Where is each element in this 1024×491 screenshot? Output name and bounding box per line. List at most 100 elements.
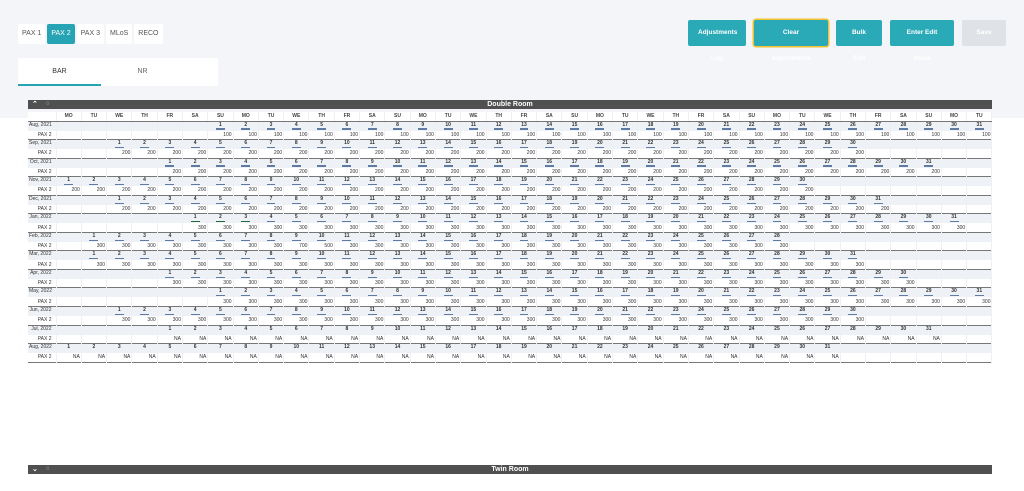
date-cell[interactable]: 10 — [334, 306, 361, 317]
date-cell[interactable]: 9 — [258, 343, 285, 354]
rate-cell[interactable]: 300 — [182, 241, 209, 251]
rate-cell[interactable]: NA — [409, 353, 436, 363]
date-cell[interactable]: 17 — [561, 325, 588, 335]
adjustments-log-button[interactable]: Adjustments Log — [688, 20, 746, 62]
rate-cell[interactable]: 300 — [409, 241, 436, 251]
rate-cell[interactable]: 300 — [81, 260, 108, 270]
date-cell[interactable]: 25 — [789, 213, 816, 224]
date-cell[interactable]: 23 — [612, 176, 639, 187]
rate-cell[interactable]: 300 — [840, 297, 867, 307]
date-cell[interactable]: 7 — [359, 287, 386, 298]
date-cell[interactable]: 22 — [612, 232, 639, 242]
date-cell[interactable]: 13 — [409, 195, 436, 205]
date-cell[interactable]: 4 — [131, 176, 158, 187]
date-cell[interactable]: 28 — [890, 121, 917, 131]
date-cell[interactable]: 24 — [663, 232, 689, 242]
date-cell[interactable]: 5 — [207, 195, 234, 205]
date-cell[interactable]: 10 — [384, 269, 411, 279]
rate-cell[interactable]: 200 — [131, 204, 158, 214]
tab-pax-1[interactable]: PAX 1 — [18, 24, 46, 44]
rate-cell[interactable]: 300 — [586, 278, 614, 288]
date-cell[interactable]: 11 — [359, 195, 386, 205]
rate-cell[interactable]: 100 — [409, 130, 436, 140]
date-cell[interactable]: 13 — [384, 250, 411, 261]
rate-cell[interactable]: 300 — [586, 223, 614, 233]
date-cell[interactable]: 27 — [713, 343, 740, 354]
date-cell[interactable]: 29 — [763, 343, 791, 354]
date-cell[interactable]: 6 — [334, 287, 361, 298]
date-cell[interactable]: 9 — [359, 325, 386, 335]
date-cell[interactable]: 13 — [486, 213, 512, 224]
date-cell[interactable]: 27 — [865, 287, 892, 298]
date-cell[interactable]: 15 — [460, 139, 487, 150]
rate-cell[interactable]: 200 — [536, 204, 563, 214]
rate-cell[interactable]: 100 — [384, 130, 411, 140]
date-cell[interactable]: 25 — [763, 158, 791, 168]
rate-cell[interactable]: 200 — [384, 204, 411, 214]
rate-cell[interactable]: 200 — [157, 186, 183, 196]
date-cell[interactable]: 23 — [713, 325, 740, 335]
date-cell[interactable]: 15 — [511, 269, 538, 279]
rate-cell[interactable]: 200 — [55, 186, 82, 196]
rate-cell[interactable]: 200 — [663, 204, 689, 214]
date-cell[interactable]: 17 — [460, 343, 487, 354]
date-cell[interactable]: 27 — [814, 269, 841, 279]
date-cell[interactable]: 25 — [688, 232, 715, 242]
rate-cell[interactable]: 200 — [713, 167, 740, 177]
date-cell[interactable]: 15 — [511, 325, 538, 335]
date-cell[interactable]: 14 — [486, 269, 512, 279]
rate-cell[interactable]: 300 — [739, 297, 765, 307]
rate-cell[interactable]: 200 — [334, 149, 361, 159]
date-cell[interactable]: 19 — [612, 325, 639, 335]
rate-cell[interactable]: 200 — [739, 167, 765, 177]
rate-cell[interactable]: 300 — [536, 223, 563, 233]
date-cell[interactable]: 28 — [840, 158, 867, 168]
rate-cell[interactable]: NA — [840, 334, 867, 344]
date-cell[interactable]: 22 — [739, 287, 765, 298]
date-cell[interactable]: 17 — [586, 213, 614, 224]
date-cell[interactable]: 8 — [283, 195, 310, 205]
rate-cell[interactable]: NA — [157, 353, 183, 363]
date-cell[interactable]: 19 — [561, 139, 588, 150]
date-cell[interactable]: 14 — [486, 158, 512, 168]
date-cell[interactable]: 18 — [637, 121, 664, 131]
date-cell[interactable]: 17 — [612, 121, 639, 131]
date-cell[interactable]: 20 — [663, 213, 689, 224]
date-cell[interactable]: 5 — [182, 250, 209, 261]
rate-cell[interactable]: NA — [561, 334, 588, 344]
tab-pax-2[interactable]: PAX 2 — [47, 24, 75, 44]
rate-cell[interactable]: 300 — [131, 316, 158, 326]
date-cell[interactable]: 24 — [789, 287, 816, 298]
date-cell[interactable]: 7 — [359, 121, 386, 131]
date-cell[interactable]: 26 — [814, 213, 841, 224]
rate-cell[interactable]: 100 — [763, 130, 791, 140]
date-cell[interactable]: 15 — [409, 176, 436, 187]
rate-cell[interactable]: 300 — [763, 278, 791, 288]
rate-cell[interactable]: 300 — [561, 297, 588, 307]
rate-cell[interactable]: 100 — [536, 130, 563, 140]
rate-cell[interactable]: 200 — [157, 149, 183, 159]
date-cell[interactable]: 30 — [814, 250, 841, 261]
date-cell[interactable]: 7 — [207, 343, 234, 354]
date-cell[interactable]: 19 — [612, 158, 639, 168]
rate-cell[interactable]: 200 — [586, 204, 614, 214]
date-cell[interactable]: 24 — [739, 325, 765, 335]
date-cell[interactable]: 8 — [258, 232, 285, 242]
rate-cell[interactable]: 300 — [511, 297, 538, 307]
date-cell[interactable]: 11 — [409, 269, 436, 279]
rate-cell[interactable]: 200 — [384, 186, 411, 196]
rate-cell[interactable]: 200 — [840, 167, 867, 177]
date-cell[interactable]: 2 — [131, 306, 158, 317]
rate-cell[interactable]: 300 — [359, 241, 386, 251]
date-cell[interactable]: 18 — [612, 213, 639, 224]
date-cell[interactable]: 20 — [637, 325, 664, 335]
rate-cell[interactable]: 200 — [637, 186, 664, 196]
rate-cell[interactable]: 300 — [536, 297, 563, 307]
rate-cell[interactable]: 300 — [359, 297, 386, 307]
date-cell[interactable]: 26 — [688, 343, 715, 354]
date-cell[interactable]: 23 — [713, 158, 740, 168]
date-cell[interactable]: 20 — [561, 250, 588, 261]
rate-cell[interactable]: 100 — [612, 130, 639, 140]
date-cell[interactable]: 26 — [713, 232, 740, 242]
date-cell[interactable]: 24 — [739, 158, 765, 168]
